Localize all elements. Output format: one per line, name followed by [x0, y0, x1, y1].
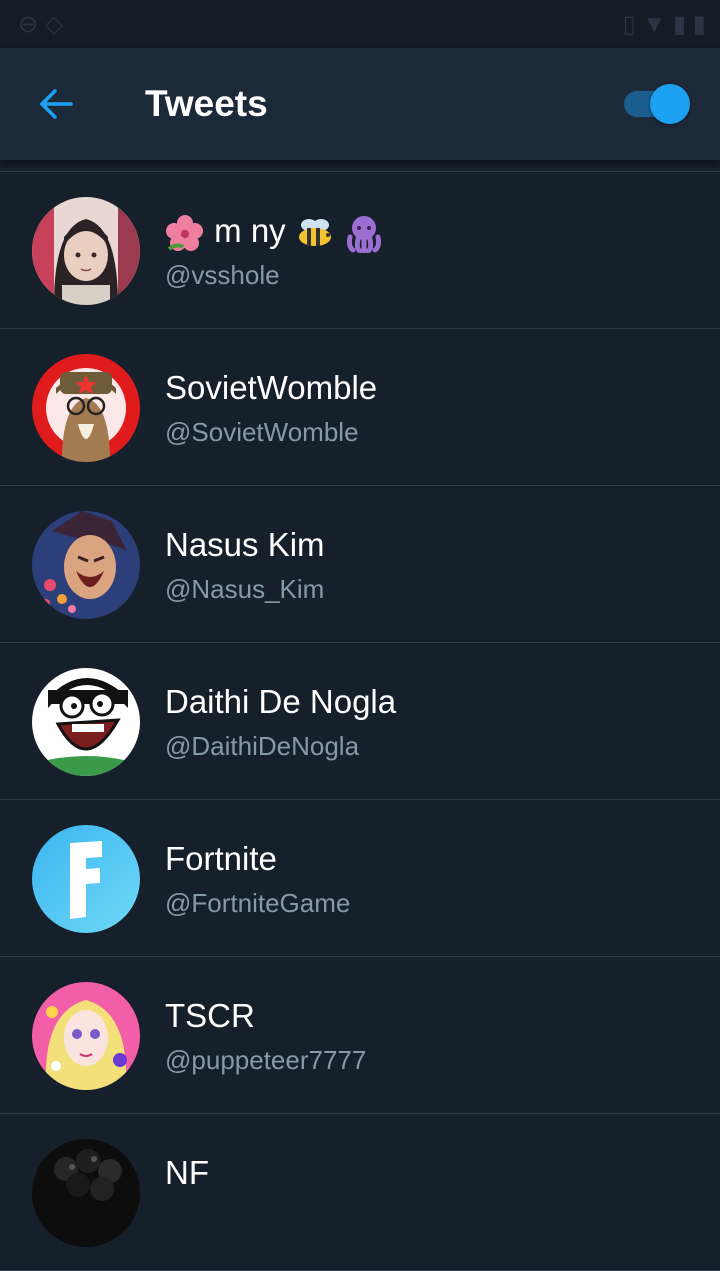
- list-item[interactable]: TSCR @puppeteer7777: [0, 957, 720, 1114]
- avatar[interactable]: [32, 668, 140, 776]
- user-name: Fortnite: [165, 840, 277, 877]
- octopus-icon: [346, 216, 382, 254]
- avatar[interactable]: [32, 1139, 140, 1247]
- status-icons-left: ⊖ ◇: [18, 11, 64, 38]
- page-title: Tweets: [145, 83, 268, 124]
- user-handle: @FortniteGame: [165, 888, 351, 918]
- retweets-toggle[interactable]: [622, 83, 690, 125]
- user-list: m ny @vsshole SovietWomble @SovietWomble…: [0, 171, 720, 1271]
- list-item[interactable]: Nasus Kim @Nasus_Kim: [0, 486, 720, 643]
- user-handle: @puppeteer7777: [165, 1045, 367, 1075]
- avatar[interactable]: [32, 354, 140, 462]
- user-handle: @DaithiDeNogla: [165, 731, 360, 761]
- hibiscus-icon: [166, 215, 203, 252]
- toggle-knob: [650, 84, 690, 124]
- list-item[interactable]: Fortnite @FortniteGame: [0, 800, 720, 957]
- list-item[interactable]: SovietWomble @SovietWomble: [0, 329, 720, 486]
- status-icons-right: ▯ ▼ ▮ ▮: [622, 11, 706, 38]
- arrow-left-icon: [40, 89, 73, 119]
- app-bar: Tweets: [0, 48, 720, 160]
- status-bar: ⊖ ◇ ▯ ▼ ▮ ▮: [0, 0, 720, 48]
- avatar[interactable]: [32, 825, 140, 933]
- user-name: Daithi De Nogla: [165, 683, 397, 720]
- user-name: SovietWomble: [165, 369, 378, 406]
- list-item[interactable]: Daithi De Nogla @DaithiDeNogla: [0, 643, 720, 800]
- list-item[interactable]: m ny @vsshole: [0, 172, 720, 329]
- user-name: Nasus Kim: [165, 526, 325, 563]
- avatar[interactable]: [32, 511, 140, 619]
- bee-icon: [298, 219, 331, 247]
- user-handle: @Nasus_Kim: [165, 574, 325, 604]
- avatar[interactable]: [32, 197, 140, 305]
- user-name: TSCR: [165, 997, 255, 1034]
- back-button[interactable]: [26, 76, 86, 132]
- user-handle: @vsshole: [165, 260, 280, 290]
- user-name: NF: [165, 1154, 209, 1191]
- user-name: m ny: [165, 212, 384, 254]
- avatar[interactable]: [32, 982, 140, 1090]
- user-name-text: m ny: [214, 212, 286, 249]
- user-handle: @SovietWomble: [165, 417, 359, 447]
